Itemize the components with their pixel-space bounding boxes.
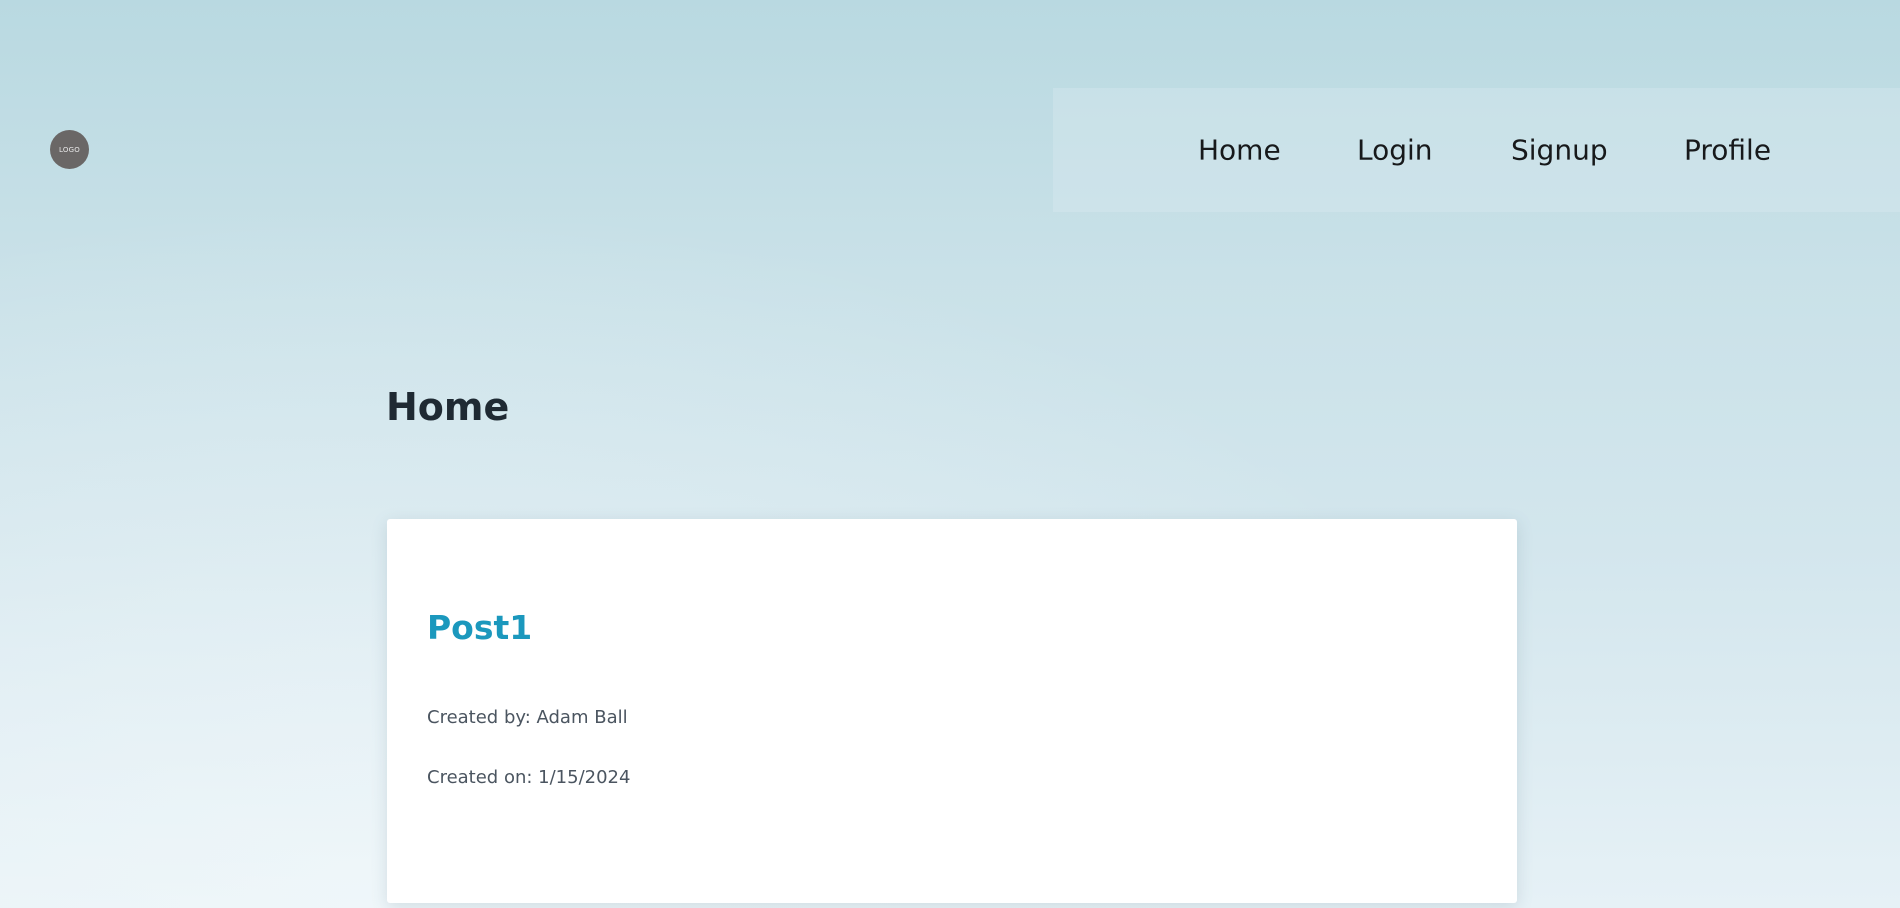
page-title: Home <box>386 385 510 429</box>
nav-link-home[interactable]: Home <box>1198 134 1281 167</box>
logo[interactable]: LOGO <box>50 130 89 169</box>
nav-link-signup[interactable]: Signup <box>1511 134 1608 167</box>
nav-link-login[interactable]: Login <box>1357 134 1433 167</box>
post-date: Created on: 1/15/2024 <box>427 767 631 788</box>
logo-text: LOGO <box>59 145 80 154</box>
post-card: Post1 Created by: Adam Ball Created on: … <box>387 519 1517 903</box>
post-title-link[interactable]: Post1 <box>427 608 532 647</box>
nav-link-profile[interactable]: Profile <box>1684 134 1771 167</box>
post-author: Created by: Adam Ball <box>427 707 628 728</box>
top-nav: Home Login Signup Profile <box>1053 88 1900 212</box>
